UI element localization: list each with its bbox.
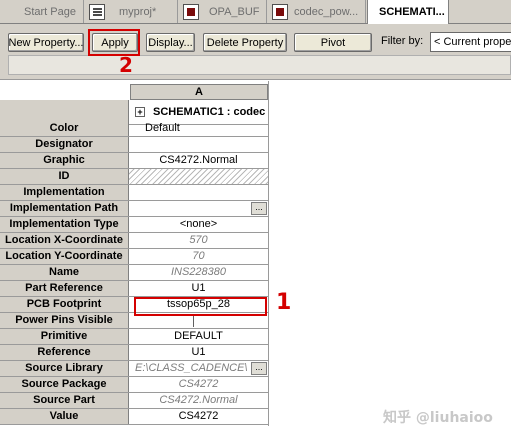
- tab-label: codec_pow...: [294, 5, 359, 18]
- property-value[interactable]: ...: [129, 201, 268, 216]
- table-row[interactable]: Source Library E:\CLASS_CADENCE\...: [0, 361, 268, 377]
- property-label: Source Library: [0, 361, 129, 376]
- property-label: Value: [0, 409, 129, 424]
- apply-highlight-box: [88, 29, 140, 56]
- table-row[interactable]: Reference U1: [0, 345, 268, 361]
- table-row[interactable]: Location Y-Coordinate 70: [0, 249, 268, 265]
- property-value[interactable]: 70: [129, 249, 268, 264]
- table-row[interactable]: Value CS4272: [0, 409, 268, 425]
- grid-right-border: [268, 81, 269, 426]
- property-label: Color: [0, 121, 129, 136]
- property-value[interactable]: [129, 185, 268, 200]
- tab-codec-power[interactable]: codec_pow...: [268, 0, 366, 23]
- column-header-a[interactable]: A: [130, 84, 268, 100]
- step-marker-2: 2: [119, 53, 133, 77]
- pivot-button[interactable]: Pivot: [294, 33, 372, 52]
- property-label: Location X-Coordinate: [0, 233, 129, 248]
- property-value[interactable]: 570: [129, 233, 268, 248]
- property-label: Part Reference: [0, 281, 129, 296]
- table-row[interactable]: Implementation Path...: [0, 201, 268, 217]
- schematic-icon: [272, 3, 288, 20]
- expand-icon[interactable]: +: [135, 107, 145, 117]
- table-row[interactable]: Primitive DEFAULT: [0, 329, 268, 345]
- delete-property-button[interactable]: Delete Property: [203, 33, 287, 52]
- property-value[interactable]: CS4272: [129, 409, 268, 424]
- property-value[interactable]: CS4272.Normal: [129, 153, 268, 168]
- property-label: Graphic: [0, 153, 129, 168]
- document-tab-bar: Start Page myproj* OPA_BUF codec_pow... …: [0, 0, 511, 24]
- table-row[interactable]: ID: [0, 169, 268, 185]
- property-label: Location Y-Coordinate: [0, 249, 129, 264]
- table-row[interactable]: Graphic CS4272.Normal: [0, 153, 268, 169]
- table-row[interactable]: Source Package CS4272: [0, 377, 268, 393]
- property-value[interactable]: INS228380: [129, 265, 268, 280]
- table-row[interactable]: Designator: [0, 137, 268, 153]
- tab-label: myproj*: [119, 5, 157, 18]
- browse-button[interactable]: ...: [251, 362, 267, 375]
- property-label: Source Package: [0, 377, 129, 392]
- new-property-button[interactable]: New Property...: [8, 33, 84, 52]
- step-marker-1: 1: [276, 290, 292, 315]
- property-label: Reference: [0, 345, 129, 360]
- property-label: Source Part: [0, 393, 129, 408]
- property-label: Implementation Path: [0, 201, 129, 216]
- power-pins-checkbox[interactable]: [192, 315, 205, 327]
- tab-label: OPA_BUF: [209, 5, 260, 18]
- property-value[interactable]: U1: [129, 281, 268, 296]
- filter-by-label: Filter by:: [381, 35, 424, 47]
- project-icon: [89, 3, 105, 20]
- schematic-icon: [183, 3, 199, 20]
- tab-myproj[interactable]: myproj*: [85, 0, 178, 23]
- tab-opa-buf[interactable]: OPA_BUF: [179, 0, 267, 23]
- property-label: Designator: [0, 137, 129, 152]
- table-row[interactable]: Implementation Type <none>: [0, 217, 268, 233]
- table-row[interactable]: Part Reference U1: [0, 281, 268, 297]
- table-row[interactable]: Source Part CS4272.Normal: [0, 393, 268, 409]
- property-editor-toolbar: New Property... Apply Display... Delete …: [0, 24, 511, 80]
- watermark: 知乎 @liuhaioo: [383, 410, 493, 426]
- tab-start-page[interactable]: Start Page: [0, 0, 84, 23]
- property-grid: A + SCHEMATIC1 : codec Color Default Desi…: [0, 81, 511, 442]
- table-row[interactable]: Implementation: [0, 185, 268, 201]
- table-row[interactable]: Color Default: [0, 121, 268, 137]
- property-value[interactable]: Default: [129, 121, 268, 136]
- property-value[interactable]: U1: [129, 345, 268, 360]
- tab-schematic1[interactable]: SCHEMATI...: [367, 0, 449, 24]
- property-value[interactable]: [129, 137, 268, 152]
- property-value[interactable]: E:\CLASS_CADENCE\...: [129, 361, 268, 376]
- property-value-text: E:\CLASS_CADENCE\: [135, 362, 248, 374]
- table-row[interactable]: Location X-Coordinate 570: [0, 233, 268, 249]
- property-value-readonly: [129, 169, 268, 184]
- property-value-edit-field[interactable]: [8, 55, 511, 75]
- property-value[interactable]: <none>: [129, 217, 268, 232]
- pcb-footprint-highlight-box: [134, 297, 267, 316]
- property-label: Implementation Type: [0, 217, 129, 232]
- property-label: Implementation: [0, 185, 129, 200]
- browse-button[interactable]: ...: [251, 202, 267, 215]
- filter-by-dropdown[interactable]: < Current proper: [430, 32, 511, 52]
- part-title: SCHEMATIC1 : codec: [153, 106, 266, 118]
- property-label: Name: [0, 265, 129, 280]
- property-value[interactable]: CS4272.Normal: [129, 393, 268, 408]
- property-label: ID: [0, 169, 129, 184]
- property-label: PCB Footprint: [0, 297, 129, 312]
- tab-label: Start Page: [24, 5, 76, 18]
- property-label: Primitive: [0, 329, 129, 344]
- display-button[interactable]: Display...: [146, 33, 195, 52]
- property-value[interactable]: DEFAULT: [129, 329, 268, 344]
- tab-label: SCHEMATI...: [379, 6, 445, 18]
- property-label: Power Pins Visible: [0, 313, 129, 328]
- table-row[interactable]: Name INS228380: [0, 265, 268, 281]
- property-value[interactable]: CS4272: [129, 377, 268, 392]
